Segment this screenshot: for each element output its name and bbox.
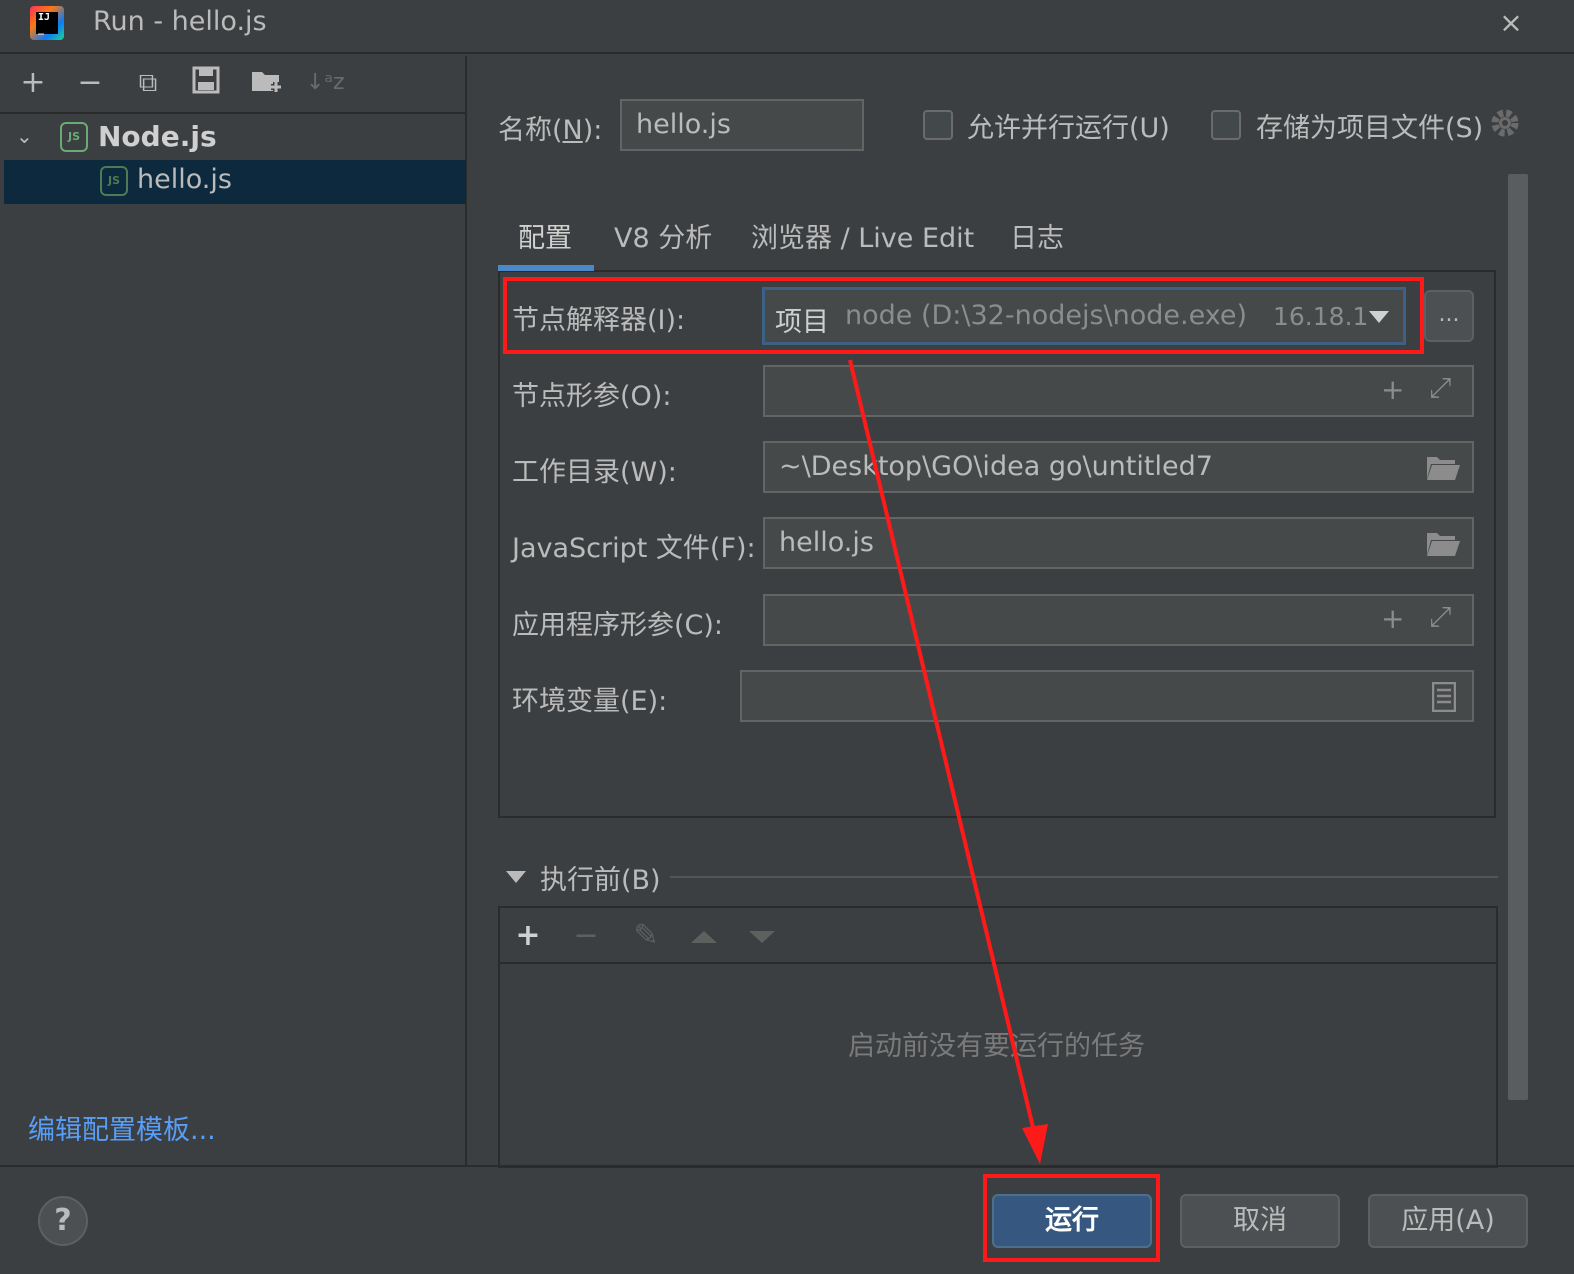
copy-icon[interactable]: ⧉ (133, 66, 163, 100)
jsfile-label: JavaScript 文件(F): (512, 533, 756, 564)
expand-icon[interactable]: ⤢ (1429, 371, 1451, 405)
edit-templates-link[interactable]: 编辑配置模板... (28, 1108, 216, 1147)
active-tab-indicator (498, 265, 594, 271)
chevron-down-icon[interactable]: ⌄ (16, 124, 33, 148)
vertical-scrollbar[interactable] (1508, 174, 1528, 1100)
add-task-icon[interactable]: + (510, 916, 546, 956)
annotation-highlight-interpreter (503, 277, 1424, 354)
remove-icon[interactable]: − (75, 66, 105, 100)
before-run-title: 执行前(B) (540, 865, 661, 896)
name-label: 名称(N): (498, 115, 603, 146)
edit-task-icon[interactable]: ✎ (628, 916, 664, 956)
env-input[interactable] (740, 670, 1474, 722)
plus-icon[interactable]: + (1381, 373, 1404, 406)
expand-icon[interactable]: ⤢ (1429, 600, 1451, 634)
app-params-input[interactable]: + ⤢ (763, 594, 1474, 646)
tree-item-hello-js[interactable]: JS hello.js (4, 160, 466, 204)
tab-config[interactable]: 配置 (518, 216, 572, 255)
nodejs-icon: JS (100, 166, 128, 196)
nodejs-icon: JS (60, 122, 88, 152)
folder-icon[interactable] (1425, 531, 1461, 561)
tab-browser-live-edit[interactable]: 浏览器 / Live Edit (751, 216, 974, 255)
app-logo-icon: IJ _ (30, 6, 64, 40)
folder-add-icon[interactable] (250, 66, 281, 100)
tab-v8-profiling[interactable]: V8 分析 (614, 216, 712, 255)
close-icon[interactable]: × (1496, 6, 1526, 40)
document-icon[interactable] (1431, 681, 1457, 716)
configurations-sidebar (0, 56, 467, 1166)
node-params-label: 节点形参(O): (512, 381, 672, 412)
store-as-file-checkbox[interactable] (1211, 110, 1241, 140)
empty-tasks-text: 启动前没有要运行的任务 (848, 1031, 1145, 1062)
node-params-input[interactable]: + ⤢ (763, 365, 1474, 417)
app-params-label: 应用程序形参(C): (512, 610, 724, 641)
annotation-highlight-run (983, 1174, 1160, 1262)
save-icon[interactable] (191, 66, 221, 100)
tab-logs[interactable]: 日志 (1010, 216, 1064, 255)
move-down-icon[interactable] (744, 916, 780, 956)
tree-item-label: hello.js (137, 164, 232, 195)
name-input[interactable]: hello.js (620, 99, 864, 151)
before-run-toolbar: + − ✎ (500, 908, 1496, 964)
apply-button[interactable]: 应用(A) (1368, 1194, 1528, 1248)
workdir-label: 工作目录(W): (512, 457, 677, 488)
section-divider (670, 876, 1498, 878)
add-icon[interactable]: + (18, 66, 48, 100)
gear-icon[interactable] (1488, 106, 1522, 144)
move-up-icon[interactable] (686, 916, 722, 956)
allow-parallel-checkbox[interactable] (923, 110, 953, 140)
folder-icon[interactable] (1425, 455, 1461, 485)
window-title: Run - hello.js (93, 6, 267, 37)
tree-group-nodejs[interactable]: ⌄ JS Node.js (0, 114, 466, 160)
sort-icon[interactable]: ↓ᵃz (306, 66, 345, 100)
plus-icon[interactable]: + (1381, 602, 1404, 635)
jsfile-input[interactable]: hello.js (763, 517, 1474, 569)
triangle-down-icon[interactable] (506, 870, 526, 889)
allow-parallel-label: 允许并行运行(U) (967, 113, 1170, 144)
env-label: 环境变量(E): (512, 686, 668, 717)
help-button[interactable]: ? (38, 1196, 88, 1246)
tree-group-label: Node.js (98, 120, 217, 153)
browse-interpreter-button[interactable]: ... (1424, 290, 1474, 342)
remove-task-icon[interactable]: − (568, 916, 604, 956)
bottom-divider (0, 1165, 1574, 1167)
store-as-file-label: 存储为项目文件(S) (1256, 113, 1484, 144)
cancel-button[interactable]: 取消 (1180, 1194, 1340, 1248)
workdir-input[interactable]: ~\Desktop\GO\idea go\untitled7 (763, 441, 1474, 493)
